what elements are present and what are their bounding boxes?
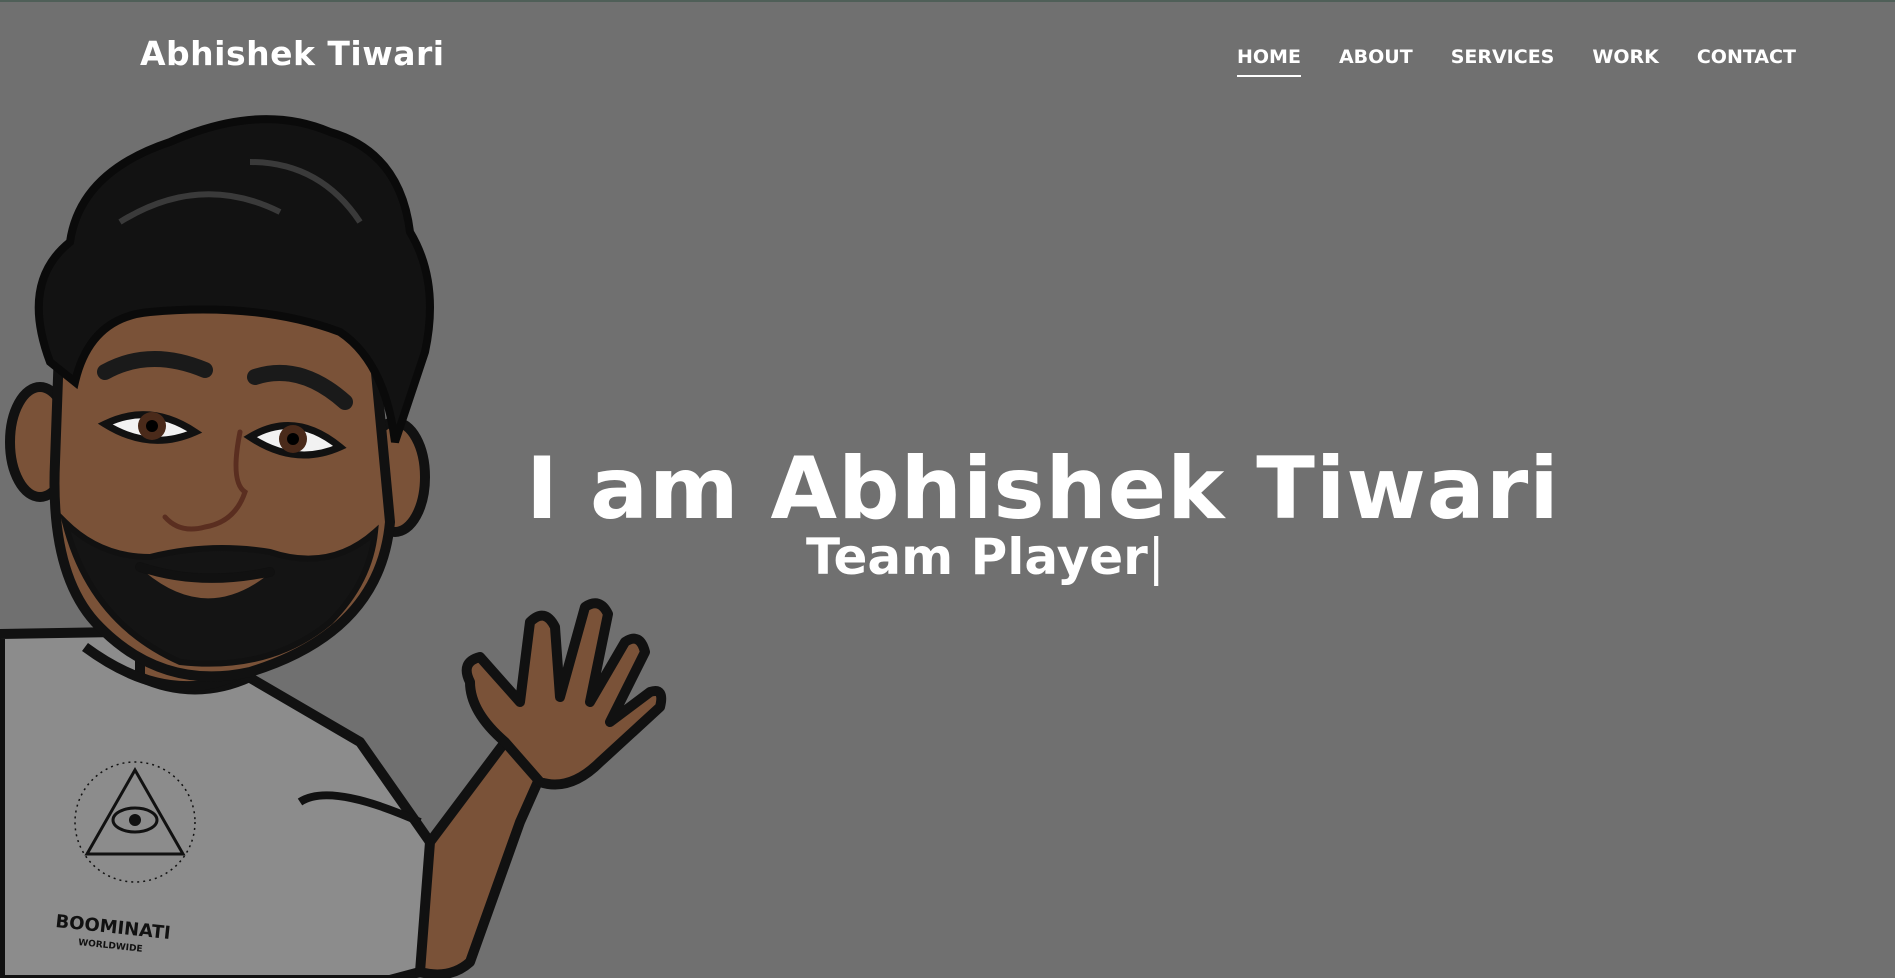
- nav-item-contact[interactable]: CONTACT: [1697, 46, 1796, 68]
- avatar-illustration: BOOMINATI WORLDWIDE: [0, 115, 667, 978]
- nav-item-work[interactable]: WORK: [1592, 46, 1658, 68]
- nav-item-about[interactable]: ABOUT: [1339, 46, 1413, 68]
- typed-text: Team Player: [806, 528, 1148, 586]
- typing-cursor: |: [1147, 528, 1165, 586]
- hero-title-text: I am Abhishek Tiwari: [526, 438, 1560, 539]
- brand-logo-link[interactable]: Abhishek Tiwari: [140, 34, 445, 73]
- hero-typed-subtitle: Team Player|: [806, 532, 1165, 582]
- nav-links: HOME ABOUT SERVICES WORK CONTACT: [1237, 46, 1834, 77]
- nav-item-services[interactable]: SERVICES: [1451, 46, 1555, 68]
- nav-item-home[interactable]: HOME: [1237, 46, 1301, 77]
- navbar: Abhishek Tiwari HOME ABOUT SERVICES WORK…: [0, 2, 1895, 112]
- page: Abhishek Tiwari HOME ABOUT SERVICES WORK…: [0, 0, 1895, 978]
